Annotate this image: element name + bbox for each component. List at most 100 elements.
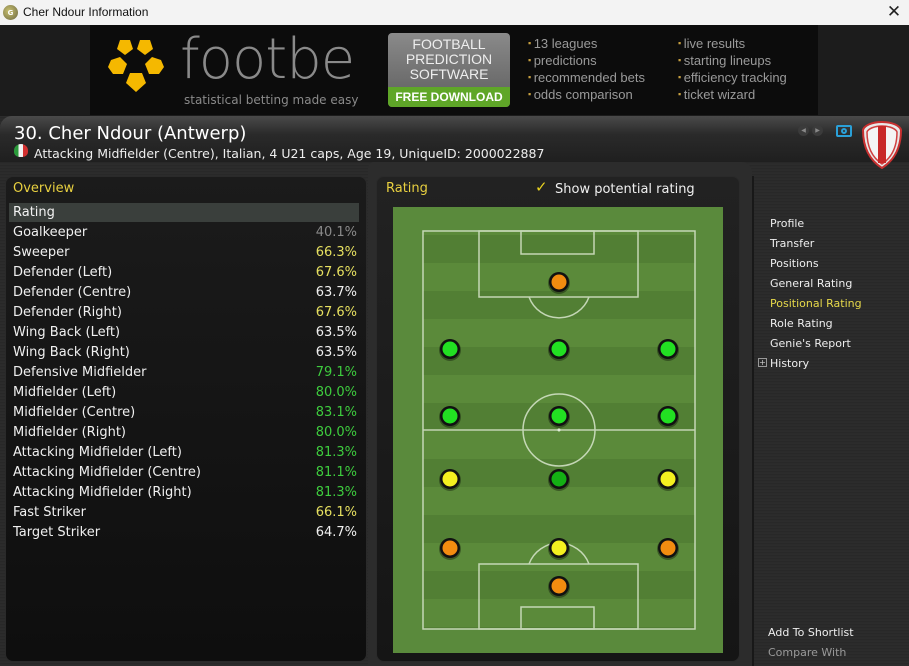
panel-divider — [752, 176, 754, 666]
rating-value: 80.0% — [315, 424, 357, 440]
position-marker[interactable] — [657, 538, 679, 560]
feature-item: 13 leagues — [528, 35, 645, 52]
rating-heading: Rating — [386, 181, 428, 196]
position-label: Target Striker — [13, 524, 101, 540]
side-menu-item[interactable]: Profile — [770, 216, 862, 236]
marker-dot — [551, 578, 567, 594]
position-label: Fast Striker — [13, 504, 86, 520]
marker-dot — [551, 341, 567, 357]
position-marker[interactable] — [548, 406, 570, 428]
player-navigation: ◀ ▶ — [798, 125, 823, 136]
feature-item: recommended bets — [528, 69, 645, 86]
ad-banner[interactable]: footbe statistical betting made easy FOO… — [90, 25, 818, 115]
rating-value: 83.1% — [315, 404, 357, 420]
rating-value: 67.6% — [315, 304, 357, 320]
position-marker[interactable] — [657, 406, 679, 428]
app-icon: G — [3, 5, 18, 20]
show-potential-label[interactable]: Show potential rating — [555, 182, 695, 197]
marker-dot — [442, 471, 458, 487]
player-title: 30. Cher Ndour (Antwerp) — [14, 123, 247, 144]
side-menu-label: General Rating — [770, 277, 853, 290]
position-label: Midfielder (Left) — [13, 384, 117, 400]
side-menu-item[interactable]: Transfer — [770, 236, 862, 256]
position-marker[interactable] — [439, 538, 461, 560]
position-marker[interactable] — [657, 469, 679, 491]
position-label: Defender (Right) — [13, 304, 122, 320]
position-marker[interactable] — [439, 469, 461, 491]
position-label: Defender (Centre) — [13, 284, 132, 300]
position-marker[interactable] — [548, 576, 570, 598]
feature-item: ticket wizard — [678, 86, 787, 103]
side-menu-item[interactable]: Positions — [770, 256, 862, 276]
side-menu-item[interactable]: Positional Rating — [770, 296, 862, 316]
position-label: Sweeper — [13, 244, 70, 260]
rating-value: 40.1% — [315, 224, 357, 240]
previous-player-icon[interactable]: ◀ — [798, 125, 809, 136]
position-marker[interactable] — [548, 339, 570, 361]
features-list-left: 13 leagues predictions recommended bets … — [528, 35, 645, 103]
action-menu-item[interactable]: Add To Shortlist — [768, 625, 854, 645]
marker-dot — [660, 408, 676, 424]
position-label: Attacking Midfielder (Centre) — [13, 464, 201, 480]
position-marker[interactable] — [548, 469, 570, 491]
action-menu-item[interactable]: Compare With — [768, 645, 854, 665]
rating-value: 63.5% — [315, 324, 357, 340]
marker-dot — [551, 274, 567, 290]
marker-dot — [660, 341, 676, 357]
rating-row: Midfielder (Centre) 83.1% — [9, 402, 359, 422]
side-menu-item[interactable]: Genie's Report — [770, 336, 862, 356]
action-menu: Add To Shortlist Compare With — [768, 625, 854, 665]
rating-row: Defensive Midfielder 79.1% — [9, 362, 359, 382]
side-menu-item[interactable]: + History — [758, 356, 862, 376]
feature-item: predictions — [528, 52, 645, 69]
promo-title: FOOTBALL PREDICTION SOFTWARE — [388, 37, 510, 82]
window-title: Cher Ndour Information — [23, 5, 149, 19]
promo-line: FOOTBALL — [412, 36, 486, 52]
position-marker[interactable] — [657, 339, 679, 361]
position-marker[interactable] — [439, 406, 461, 428]
side-menu-label: Role Rating — [770, 317, 833, 330]
logo-text: footbe — [180, 27, 355, 92]
logo-balls-icon — [108, 40, 164, 92]
rating-value: 66.1% — [315, 504, 357, 520]
rating-table-header: Rating — [9, 203, 359, 222]
position-marker[interactable] — [548, 538, 570, 560]
rating-row: Defender (Centre) 63.7% — [9, 282, 359, 302]
feature-item: odds comparison — [528, 86, 645, 103]
position-marker[interactable] — [439, 339, 461, 361]
rating-row: Midfielder (Left) 80.0% — [9, 382, 359, 402]
position-label: Wing Back (Left) — [13, 324, 121, 340]
rating-row: Wing Back (Left) 63.5% — [9, 322, 359, 342]
marker-dot — [442, 341, 458, 357]
position-label: Attacking Midfielder (Left) — [13, 444, 182, 460]
side-menu-item[interactable]: Role Rating — [770, 316, 862, 336]
camera-icon[interactable] — [836, 125, 852, 137]
position-marker[interactable] — [548, 272, 570, 294]
next-player-icon[interactable]: ▶ — [812, 125, 823, 136]
rating-value: 66.3% — [315, 244, 357, 260]
center-spot — [557, 428, 561, 432]
rating-value: 81.1% — [315, 464, 357, 480]
position-label: Defensive Midfielder — [13, 364, 147, 380]
rating-value: 64.7% — [315, 524, 357, 540]
show-potential-checkbox[interactable]: ✓ — [535, 178, 548, 196]
marker-dot — [442, 408, 458, 424]
rating-row: Goalkeeper 40.1% — [9, 222, 359, 242]
close-button[interactable]: ✕ — [885, 3, 903, 21]
promo-line: SOFTWARE — [409, 66, 489, 82]
rating-value: 63.7% — [315, 284, 357, 300]
rating-row: Target Striker 64.7% — [9, 522, 359, 542]
rating-row: Attacking Midfielder (Centre) 81.1% — [9, 462, 359, 482]
football-pitch — [393, 207, 723, 653]
rating-row: Wing Back (Right) 63.5% — [9, 342, 359, 362]
feature-item: starting lineups — [678, 52, 787, 69]
position-label: Defender (Left) — [13, 264, 113, 280]
side-menu-label: Genie's Report — [770, 337, 851, 350]
side-menu: Profile Transfer Positions General Rating Po… — [758, 216, 862, 376]
promo-button[interactable]: FOOTBALL PREDICTION SOFTWARE FREE DOWNLO… — [388, 33, 510, 107]
expand-icon[interactable]: + — [758, 358, 767, 367]
free-download-button[interactable]: FREE DOWNLOAD — [388, 87, 510, 107]
side-menu-item[interactable]: General Rating — [770, 276, 862, 296]
title-bar: G Cher Ndour Information ✕ — [0, 0, 909, 25]
rating-row: Defender (Left) 67.6% — [9, 262, 359, 282]
